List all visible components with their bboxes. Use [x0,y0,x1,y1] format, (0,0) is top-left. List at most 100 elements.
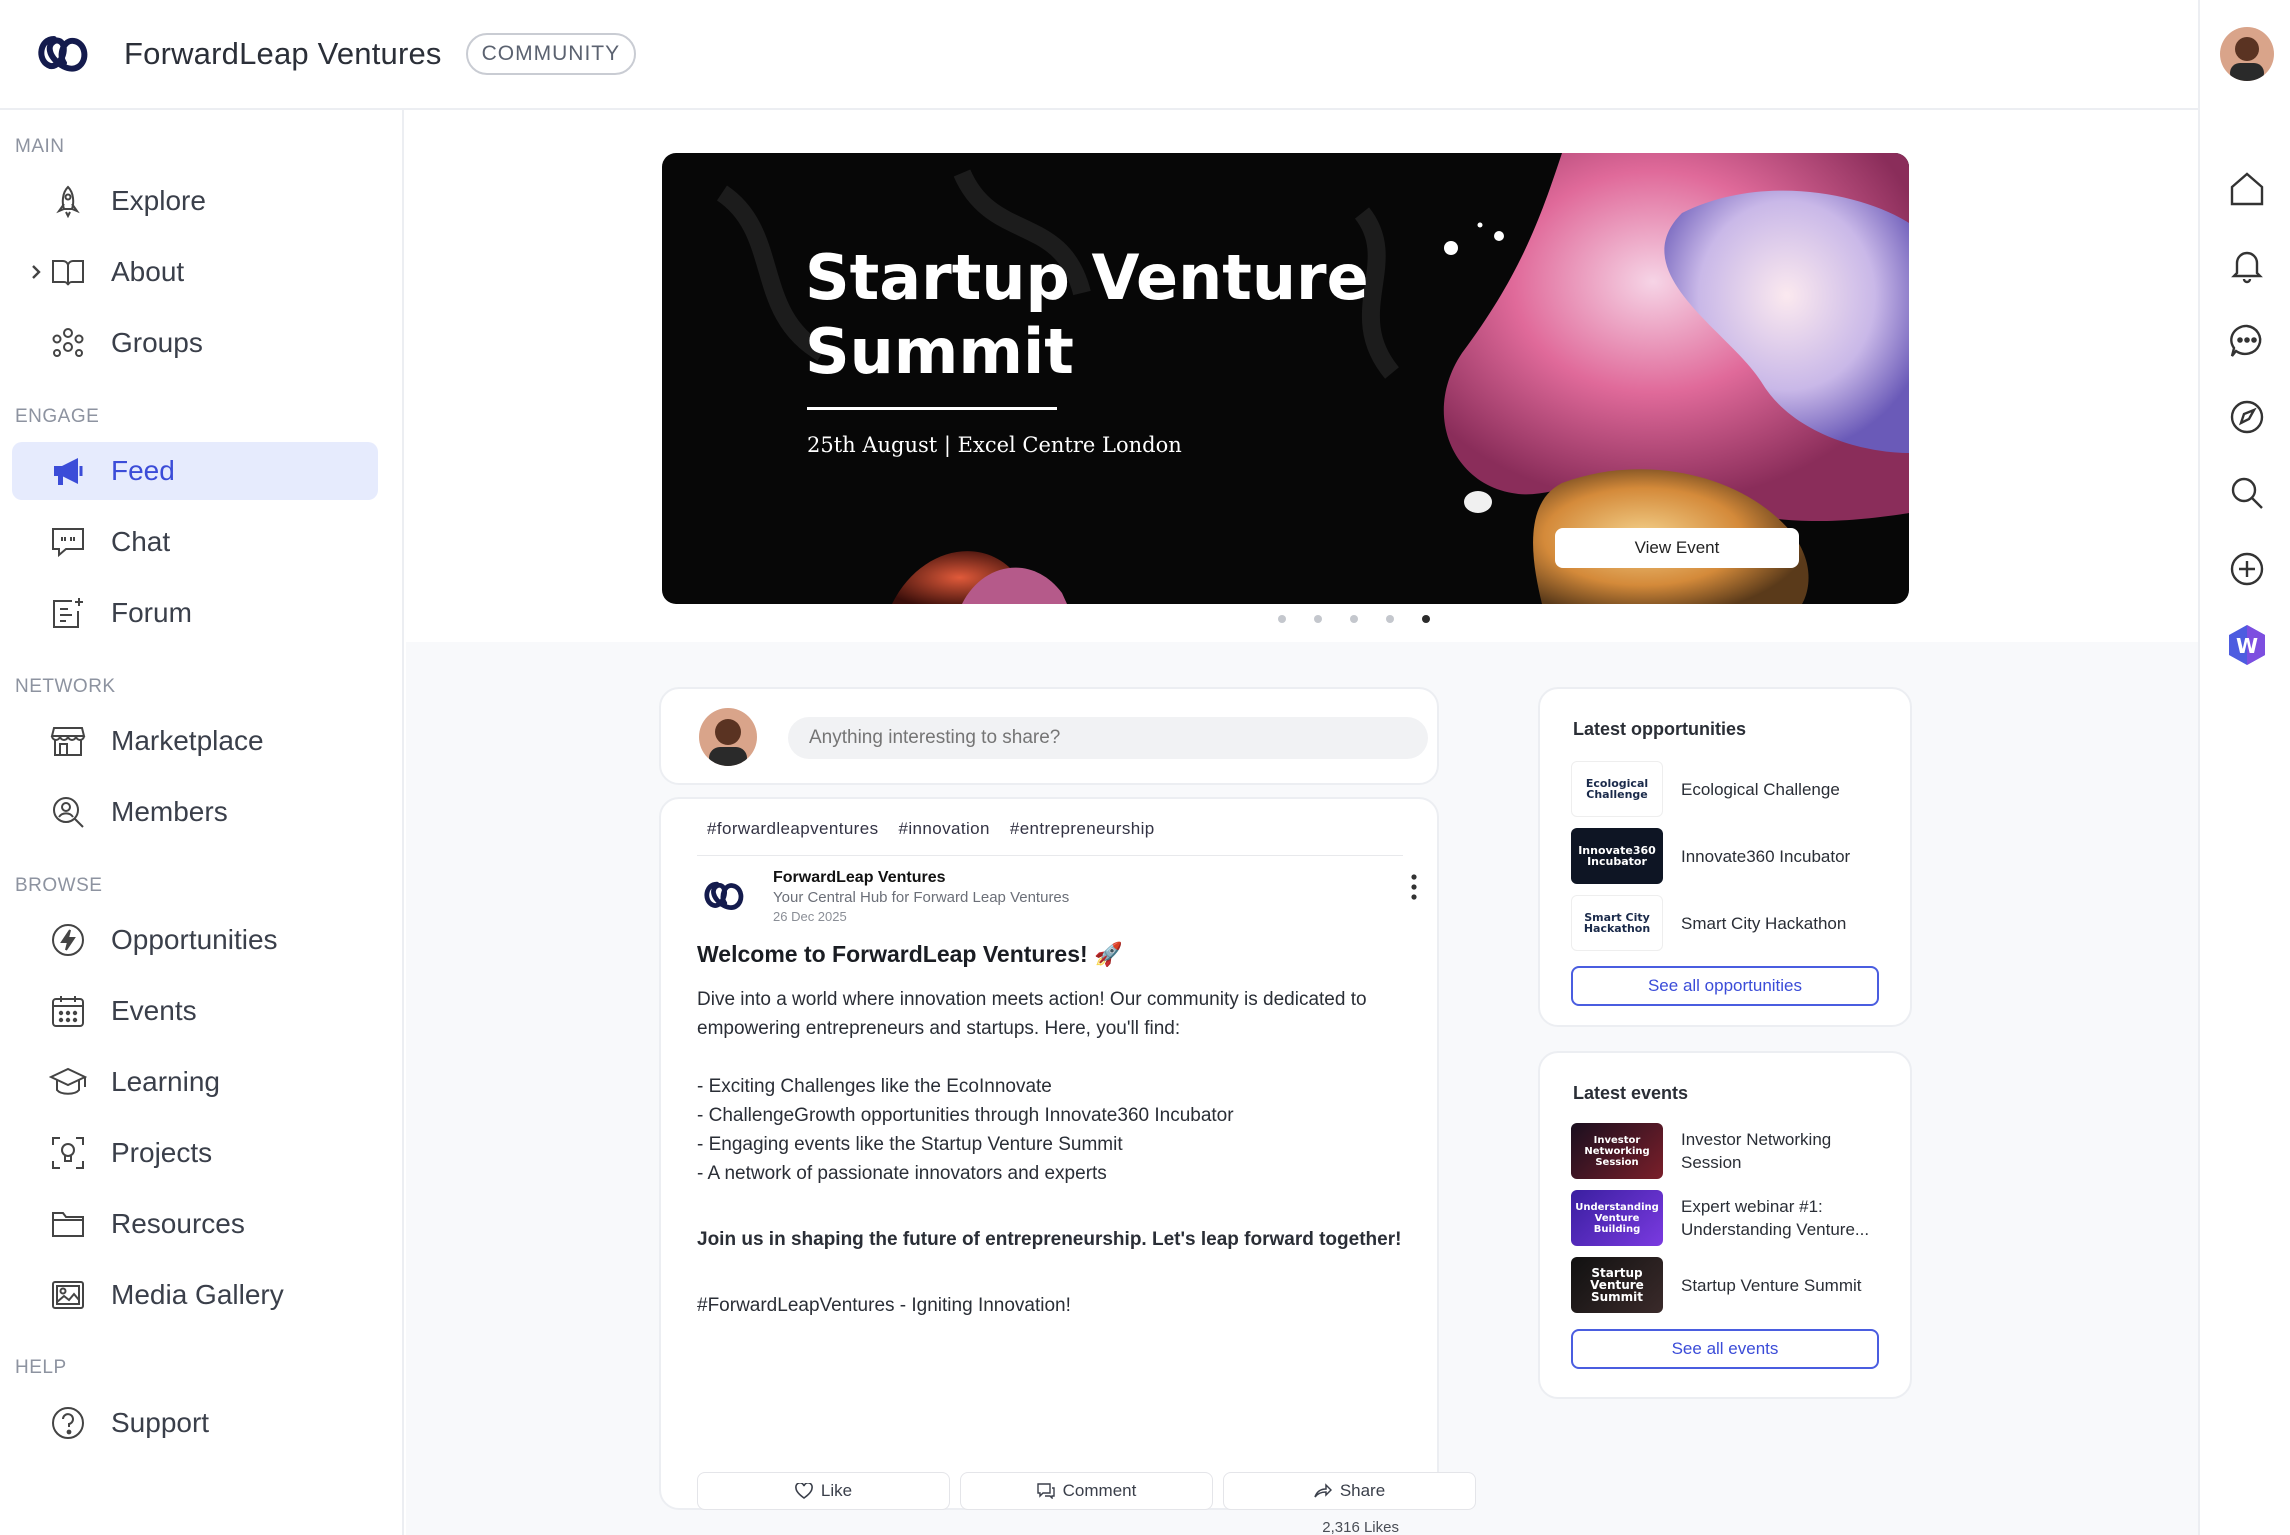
sidebar-item-label: Resources [111,1208,245,1239]
post-tags: #forwardleapventures #innovation #entrep… [707,819,1155,839]
sidebar-item-label: Opportunities [111,924,278,955]
event-label: Investor Networking Session [1681,1130,1832,1172]
top-bar: ForwardLeap Ventures COMMUNITY [0,0,2198,110]
thumbnail-text: Innovate360 Incubator [1578,844,1656,868]
help-circle-icon [48,1403,88,1443]
opportunity-thumbnail: Smart City Hackathon [1571,895,1663,951]
sidebar-item-groups[interactable]: Groups [12,314,378,372]
w-app-icon[interactable]: W [2224,622,2270,668]
event-item[interactable]: Understanding Venture Building Expert we… [1571,1190,1881,1246]
right-rail: W [2198,0,2290,1535]
event-item[interactable]: Startup Venture Summit Startup Venture S… [1571,1257,1881,1313]
projects-icon [48,1133,88,1173]
post-tag[interactable]: #entrepreneurship [1010,819,1155,839]
graduation-cap-icon [48,1062,88,1102]
forum-icon [48,593,88,633]
see-all-opportunities-button[interactable]: See all opportunities [1571,966,1879,1006]
sidebar-item-explore[interactable]: Explore [12,172,378,230]
author-logo-icon[interactable] [701,873,747,919]
navigation-icon[interactable] [2224,394,2270,440]
event-thumbnail: Investor Networking Session [1571,1123,1663,1179]
share-button[interactable]: Share [1223,1472,1476,1510]
sidebar-item-chat[interactable]: Chat [12,513,378,571]
event-thumbnail: Startup Venture Summit [1571,1257,1663,1313]
opportunity-item[interactable]: Innovate360 Incubator Innovate360 Incuba… [1571,828,1881,884]
opportunity-thumbnail: Innovate360 Incubator [1571,828,1663,884]
post-author-subtitle: Your Central Hub for Forward Leap Ventur… [773,889,1070,906]
like-button[interactable]: Like [697,1472,950,1510]
folder-icon [48,1204,88,1244]
post-date: 26 Dec 2025 [773,909,847,924]
share-label: Share [1339,1481,1386,1500]
carousel-dots [406,615,2198,623]
carousel-dot[interactable] [1313,615,1322,623]
post-intro: Dive into a world where innovation meets… [697,989,1367,1039]
sidebar-item-about[interactable]: About [12,243,378,301]
megaphone-icon [48,451,88,491]
sidebar-item-label: Media Gallery [111,1279,284,1310]
members-icon [48,792,88,832]
sidebar-item-projects[interactable]: Projects [12,1124,378,1182]
sidebar-item-events[interactable]: Events [12,982,378,1040]
sidebar-item-label: About [111,256,185,287]
carousel-dot[interactable] [1385,615,1394,623]
opportunity-label: Innovate360 Incubator [1681,846,1851,866]
likes-count[interactable]: 2,316 Likes [661,1519,1437,1535]
composer-avatar [699,708,757,766]
image-gallery-icon [48,1275,88,1315]
share-input[interactable] [788,717,1428,759]
sidebar-item-forum[interactable]: Forum [12,584,378,642]
hero-banner[interactable]: Startup Venture Summit 25th August | Exc… [662,153,1909,604]
view-event-button[interactable]: View Event [1555,528,1799,568]
search-icon[interactable] [2224,470,2270,516]
opportunity-item[interactable]: Smart City Hackathon Smart City Hackatho… [1571,895,1881,951]
opportunity-item[interactable]: Ecological Challenge Ecological Challeng… [1571,761,1881,817]
bell-icon[interactable] [2224,242,2270,288]
post-tag[interactable]: #forwardleapventures [707,819,878,839]
opportunities-title: Latest opportunities [1573,719,1747,739]
carousel-dot-active[interactable] [1421,615,1430,623]
sidebar-item-feed[interactable]: Feed [12,442,378,500]
hero-divider [807,407,1057,410]
see-all-events-button[interactable]: See all events [1571,1329,1879,1369]
main-content: Startup Venture Summit 25th August | Exc… [406,112,2198,1535]
sidebar-item-opportunities[interactable]: Opportunities [12,911,378,969]
latest-events-card: Latest events Investor Networking Sessio… [1538,1051,1912,1399]
post-author[interactable]: ForwardLeap Ventures [773,869,946,887]
post-title: Welcome to ForwardLeap Ventures! 🚀 [697,941,1123,967]
section-network: NETWORK [15,676,116,697]
sidebar-item-learning[interactable]: Learning [12,1053,378,1111]
heart-icon [795,1483,813,1499]
user-avatar[interactable] [2220,27,2274,81]
carousel-dot[interactable] [1349,615,1358,623]
sidebar-item-label: Forum [111,597,192,628]
rocket-icon [48,181,88,221]
more-options-icon[interactable] [1409,871,1419,903]
events-title: Latest events [1573,1083,1689,1103]
share-icon [1314,1483,1332,1498]
chevron-right-icon[interactable] [26,262,46,282]
carousel-dot[interactable] [1277,615,1286,623]
sidebar-item-marketplace[interactable]: Marketplace [12,712,378,770]
home-icon[interactable] [2224,166,2270,212]
section-browse: BROWSE [15,875,103,896]
comment-label: Comment [1062,1481,1137,1500]
post-hashtag: #ForwardLeapVentures - Igniting Innovati… [697,1295,1071,1316]
comment-button[interactable]: Comment [960,1472,1213,1510]
opportunity-thumbnail: Ecological Challenge [1571,761,1663,817]
event-label: Startup Venture Summit [1681,1275,1862,1295]
sidebar-item-members[interactable]: Members [12,783,378,841]
messages-icon[interactable] [2224,318,2270,364]
sidebar-item-support[interactable]: Support [12,1394,378,1452]
brand-logo-icon[interactable] [32,23,94,85]
thumbnail-text: Ecological Challenge [1585,777,1649,801]
event-item[interactable]: Investor Networking Session Investor Net… [1571,1123,1881,1179]
sidebar-item-resources[interactable]: Resources [12,1195,378,1253]
sidebar-item-media-gallery[interactable]: Media Gallery [12,1266,378,1324]
latest-opportunities-card: Latest opportunities Ecological Challeng… [1538,687,1912,1027]
hero-title: Startup Venture Summit [805,241,1369,388]
event-label: Expert webinar #1: Understanding Venture… [1681,1197,1870,1239]
add-icon[interactable] [2224,546,2270,592]
sidebar-item-label: Feed [111,455,175,486]
post-tag[interactable]: #innovation [898,819,989,839]
